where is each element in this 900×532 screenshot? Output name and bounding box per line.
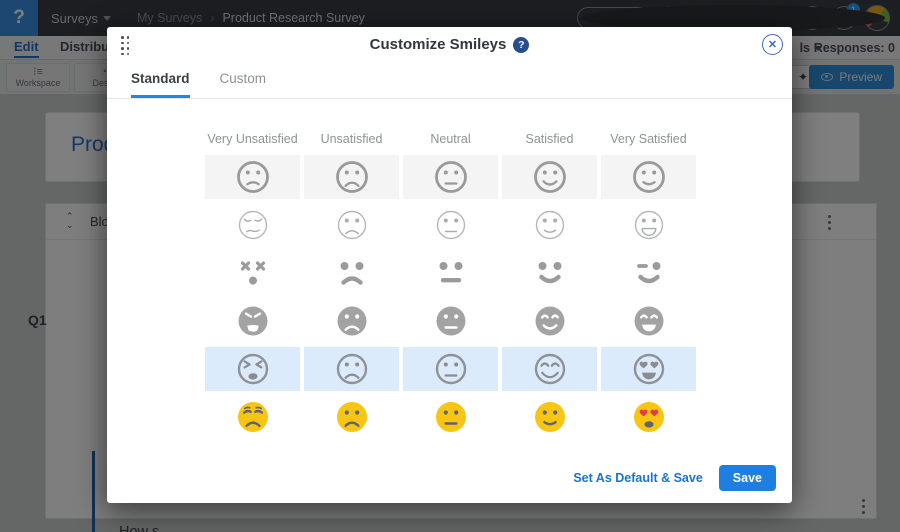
set-glyph-satisfied-smiley-icon[interactable] [502,251,597,295]
column-header-neutral: Neutral [403,132,498,146]
set-filled-unsatisfied-smiley-icon[interactable] [304,299,399,343]
set-thin-satisfied-smiley-icon[interactable] [502,203,597,247]
set-outline-neutral-smiley-icon[interactable] [403,155,498,199]
column-header-satisfied: Satisfied [502,132,597,146]
set-sketch-satisfied-smiley-icon[interactable] [502,347,597,391]
set-filled-very-satisfied-smiley-icon[interactable] [601,299,696,343]
set-filled-satisfied-smiley-icon[interactable] [502,299,597,343]
smiley-grid [205,155,696,439]
tab-standard[interactable]: Standard [131,71,190,98]
smiley-column-headers: Very Unsatisfied Unsatisfied Neutral Satisf… [205,132,696,146]
set-emoji-unsatisfied-smiley-icon[interactable] [304,395,399,439]
modal-tabs: Standard Custom [107,71,792,99]
smiley-row-set-glyph[interactable] [205,251,696,295]
set-glyph-very-unsatisfied-smiley-icon[interactable] [205,251,300,295]
set-sketch-neutral-smiley-icon[interactable] [403,347,498,391]
set-thin-very-unsatisfied-smiley-icon[interactable] [205,203,300,247]
set-default-save-link[interactable]: Set As Default & Save [573,471,702,485]
set-sketch-very-unsatisfied-smiley-icon[interactable] [205,347,300,391]
modal-help-icon[interactable]: ? [513,37,529,53]
save-button[interactable]: Save [719,465,776,491]
drag-handle-icon[interactable] [121,36,130,56]
set-outline-satisfied-smiley-icon[interactable] [502,155,597,199]
set-outline-very-unsatisfied-smiley-icon[interactable] [205,155,300,199]
set-glyph-very-satisfied-smiley-icon[interactable] [601,251,696,295]
modal-footer: Set As Default & Save Save [573,465,776,491]
smiley-row-set-thin[interactable] [205,203,696,247]
set-emoji-neutral-smiley-icon[interactable] [403,395,498,439]
set-outline-very-satisfied-smiley-icon[interactable] [601,155,696,199]
set-thin-unsatisfied-smiley-icon[interactable] [304,203,399,247]
smiley-row-set-filled[interactable] [205,299,696,343]
column-header-very-satisfied: Very Satisfied [601,132,696,146]
set-thin-neutral-smiley-icon[interactable] [403,203,498,247]
smiley-row-set-sketch[interactable] [205,347,696,391]
modal-title: Customize Smileys [370,36,507,53]
set-sketch-very-satisfied-smiley-icon[interactable] [601,347,696,391]
set-emoji-very-satisfied-smiley-icon[interactable] [601,395,696,439]
smiley-row-set-outline[interactable] [205,155,696,199]
column-header-unsatisfied: Unsatisfied [304,132,399,146]
column-header-very-unsatisfied: Very Unsatisfied [205,132,300,146]
tab-custom[interactable]: Custom [220,71,267,98]
customize-smileys-modal: Customize Smileys ? ✕ Standard Custom Ve… [107,27,792,503]
app-window: ? Surveys My Surveys › Product Research … [0,0,900,532]
modal-close-button[interactable]: ✕ [762,34,783,55]
set-filled-very-unsatisfied-smiley-icon[interactable] [205,299,300,343]
set-emoji-satisfied-smiley-icon[interactable] [502,395,597,439]
smiley-row-set-emoji[interactable] [205,395,696,439]
set-sketch-unsatisfied-smiley-icon[interactable] [304,347,399,391]
set-filled-neutral-smiley-icon[interactable] [403,299,498,343]
set-emoji-very-unsatisfied-smiley-icon[interactable] [205,395,300,439]
set-glyph-neutral-smiley-icon[interactable] [403,251,498,295]
set-outline-unsatisfied-smiley-icon[interactable] [304,155,399,199]
modal-titlebar: Customize Smileys ? [107,27,792,53]
set-glyph-unsatisfied-smiley-icon[interactable] [304,251,399,295]
set-thin-very-satisfied-smiley-icon[interactable] [601,203,696,247]
